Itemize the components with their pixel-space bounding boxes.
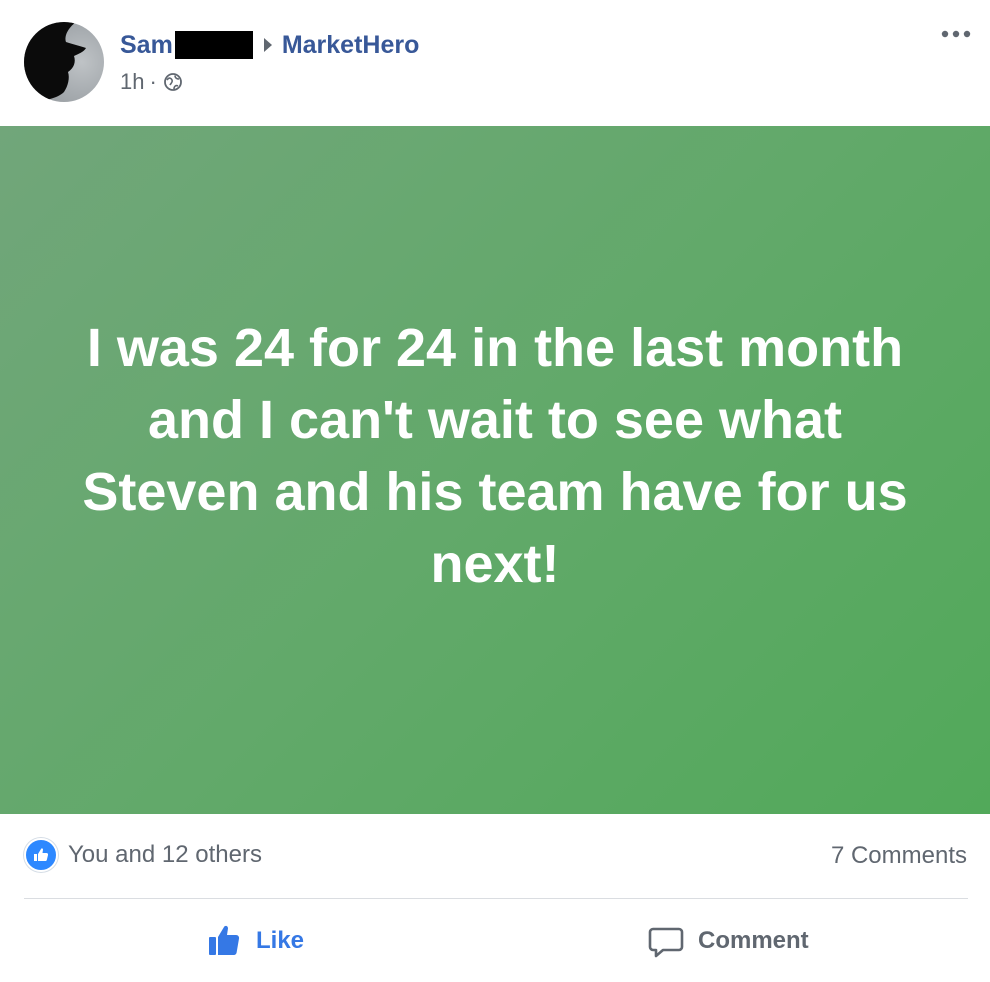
group-name-link[interactable]: MarketHero (282, 31, 420, 60)
author-line: Sam MarketHero (120, 28, 419, 62)
more-options-icon[interactable] (938, 20, 974, 48)
like-label: Like (256, 927, 305, 954)
post-stats: You and 12 others 7 Comments (0, 814, 990, 900)
like-button[interactable]: Like (206, 918, 304, 964)
caret-right-icon (263, 38, 272, 52)
post-content: I was 24 for 24 in the last month and I … (0, 126, 990, 814)
post-text: I was 24 for 24 in the last month and I … (82, 318, 908, 594)
post-meta: 1h · (120, 67, 183, 97)
comment-label: Comment (698, 927, 809, 954)
comment-bubble-icon (648, 923, 684, 959)
thumbs-up-icon (206, 923, 242, 959)
like-reaction-icon (24, 838, 58, 872)
reaction-count-text: You and 12 others (68, 841, 262, 868)
meta-separator: · (149, 69, 157, 94)
author-avatar[interactable] (24, 22, 104, 102)
feed-post: Sam MarketHero 1h · I was 24 for 24 in t… (0, 0, 990, 982)
post-timestamp[interactable]: 1h (120, 69, 144, 95)
reaction-summary[interactable]: You and 12 others (24, 838, 262, 872)
globe-icon[interactable] (163, 72, 183, 92)
comment-button[interactable]: Comment (648, 918, 809, 964)
author-name-link[interactable]: Sam (120, 31, 173, 60)
silhouette-image (24, 22, 86, 102)
post-header: Sam MarketHero 1h · (0, 0, 990, 126)
post-actions: Like Comment (0, 900, 990, 982)
actions-divider (24, 898, 968, 899)
comments-count-link[interactable]: 7 Comments (831, 842, 967, 870)
redacted-name-block (174, 31, 253, 59)
